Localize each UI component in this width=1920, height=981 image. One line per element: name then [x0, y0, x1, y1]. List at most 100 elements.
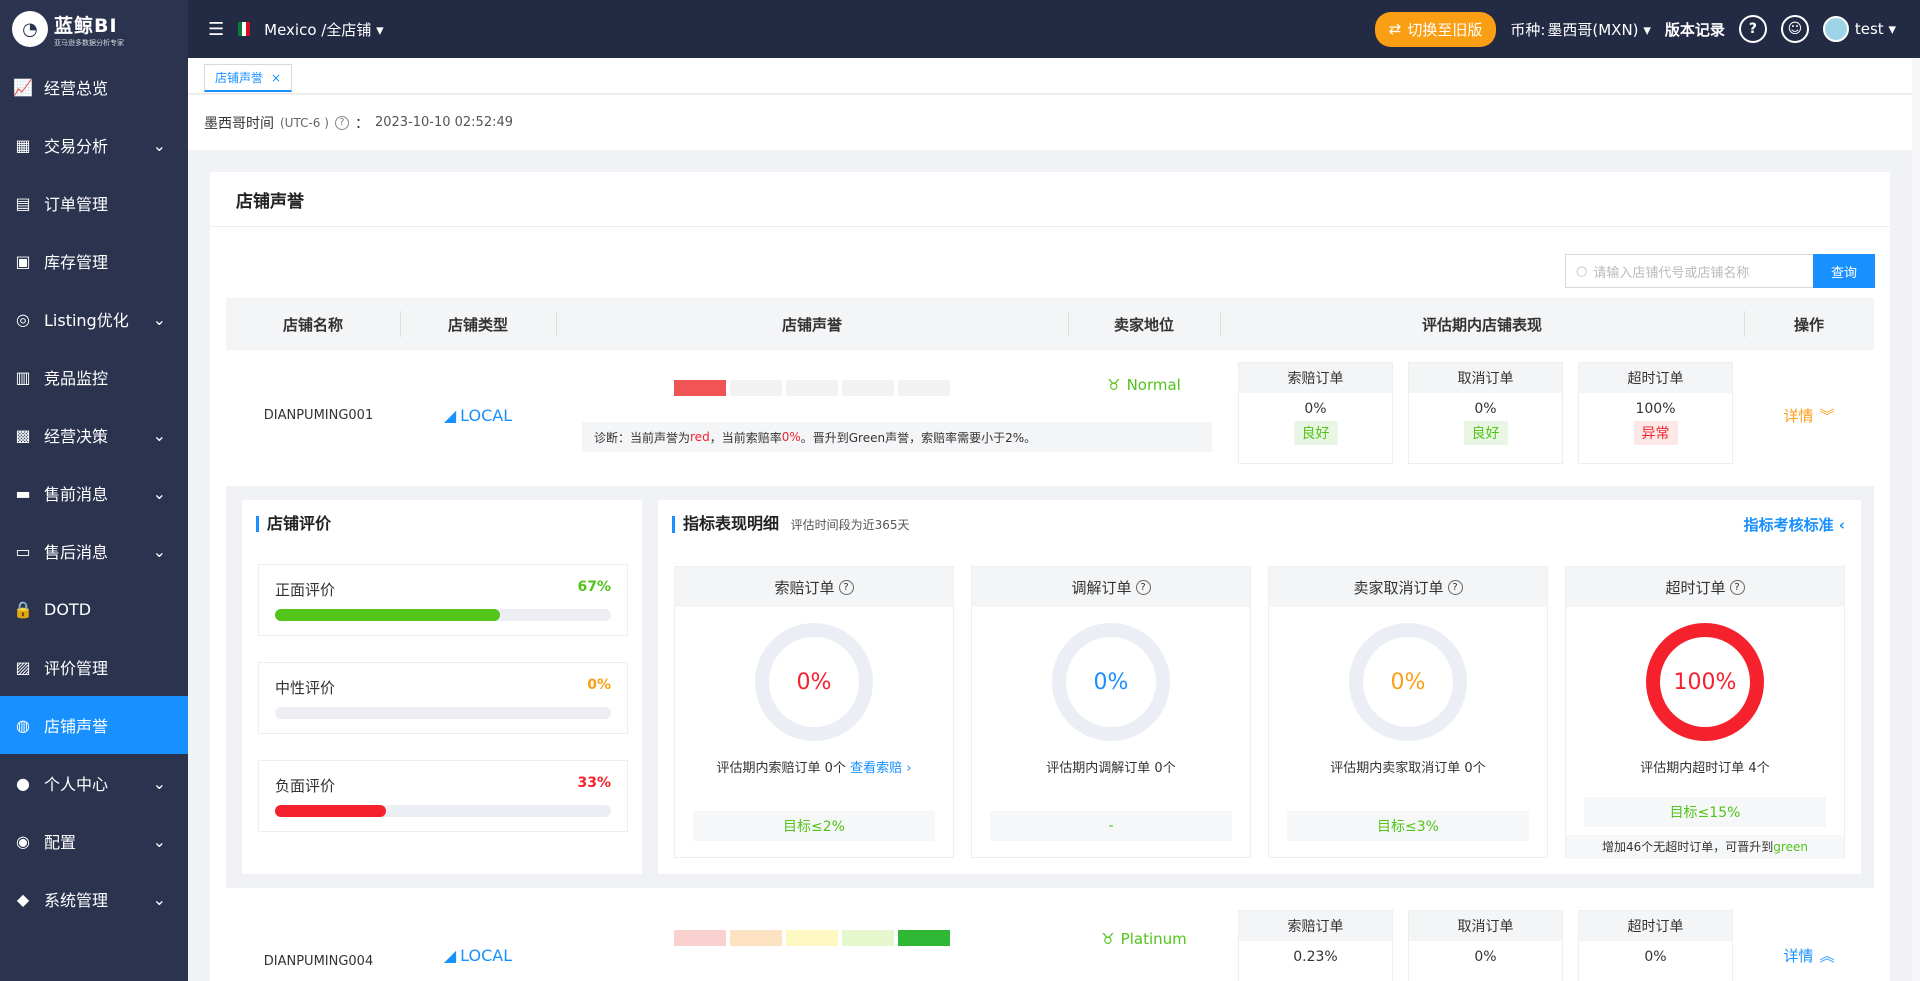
medal-icon: ♉: [1101, 930, 1115, 948]
sidebar-item-4[interactable]: ◎ Listing优化 ⌄: [0, 290, 188, 348]
detail-toggle-button[interactable]: 详情 ︽: [1744, 940, 1874, 970]
scrollbar[interactable]: [1912, 58, 1920, 981]
sidebar-item-3[interactable]: ▣ 库存管理: [0, 232, 188, 290]
review-percent: 0%: [587, 677, 611, 693]
metric-target: 目标≤15%: [1584, 797, 1826, 827]
collapse-menu-icon[interactable]: ☰: [208, 19, 224, 40]
user-icon: ●: [16, 773, 30, 793]
status-badge: 异常: [1633, 421, 1678, 445]
sidebar-item-label: 库存管理: [44, 253, 109, 272]
table-row: DIANPUMING004 ◢ LOCAL ♉ Platinum 索赔订单 0.23%…: [226, 900, 1874, 981]
reputation-segment: [842, 380, 894, 396]
sidebar-item-5[interactable]: ▥ 竞品监控: [0, 348, 188, 406]
help-icon[interactable]: ?: [1729, 579, 1745, 595]
chatbot-icon[interactable]: ☺: [1780, 15, 1809, 43]
metric-value: 0%: [796, 669, 832, 695]
reputation-icon: ◍: [16, 715, 30, 735]
sidebar-item-13[interactable]: ◉ 配置 ⌄: [0, 812, 188, 870]
search-input[interactable]: ○ 请输入店铺代号或店铺名称: [1565, 254, 1815, 288]
performance-box: 索赔订单 0.23%: [1238, 910, 1393, 981]
warehouse-icon: ▣: [15, 251, 31, 271]
detail-toggle-button[interactable]: 详情 ︾: [1744, 390, 1874, 440]
sidebar-item-label: 交易分析: [44, 137, 109, 156]
sidebar-item-14[interactable]: ◆ 系统管理 ⌄: [0, 870, 188, 928]
view-claims-link[interactable]: 查看索赔 ›: [850, 761, 911, 776]
review-label: 中性评价: [275, 679, 336, 697]
sidebar-item-label: 售前消息: [44, 485, 109, 504]
top-bar: ☰ Mexico /全店铺 ▾ ⇄ 切换至旧版 币种: 墨西哥(MXN) ▾ 版…: [188, 0, 1920, 58]
performance-value: 0%: [1474, 949, 1497, 965]
metric-card: 调解订单? 0% 评估期内调解订单 0个 -: [971, 566, 1251, 858]
help-icon[interactable]: ?: [1738, 15, 1767, 43]
help-icon[interactable]: ?: [1447, 579, 1463, 595]
performance-label: 取消订单: [1409, 363, 1562, 393]
header-store-type: 店铺类型: [447, 315, 508, 334]
image-chart-icon: ▦: [15, 135, 31, 155]
medal-icon: ♉: [1107, 376, 1121, 394]
sidebar-item-10[interactable]: ▨ 评价管理: [0, 638, 188, 696]
sidebar-item-12[interactable]: ● 个人中心 ⌄: [0, 754, 188, 812]
review-progress-track: [275, 707, 611, 719]
sidebar-item-8[interactable]: ▭ 售后消息 ⌄: [0, 522, 188, 580]
tag-icon: ◢: [443, 945, 457, 965]
review-item: 负面评价 33%: [258, 760, 628, 832]
target-icon: ◎: [16, 309, 30, 329]
review-icon: ▨: [15, 657, 31, 677]
tab-bar: 店铺声誉 ×: [188, 58, 1920, 94]
seller-status: ♉ Platinum: [1101, 930, 1187, 948]
user-menu[interactable]: test ▾: [1855, 20, 1896, 38]
sidebar-item-label: 店铺声誉: [44, 717, 109, 736]
header-performance: 评估期内店铺表现: [1421, 315, 1542, 334]
sidebar-item-11[interactable]: ◍ 店铺声誉: [0, 696, 188, 754]
sidebar-item-0[interactable]: 📈 经营总览: [0, 58, 188, 116]
tab-store-reputation[interactable]: 店铺声誉 ×: [204, 64, 293, 92]
table-row: DIANPUMING001 ◢ LOCAL 诊断：当前声誉为 red ，当前索赔率…: [226, 350, 1874, 480]
sidebar-item-label: DOTD: [44, 599, 92, 619]
chevron-down-icon: ⌄: [152, 484, 166, 503]
help-icon[interactable]: ?: [1135, 579, 1151, 595]
metric-ring: 0%: [1349, 623, 1467, 741]
decision-board-icon: ▩: [15, 425, 31, 445]
store-name: DIANPUMING004: [263, 953, 374, 969]
query-button[interactable]: 查询: [1813, 254, 1875, 288]
diagnosis-text: 诊断：当前声誉为 red ，当前索赔率 0% 。晋升到Green声誉，索赔率需要小…: [582, 422, 1212, 452]
question-icon[interactable]: ?: [334, 115, 349, 130]
performance-box: 超时订单 100% 异常: [1578, 362, 1733, 464]
chevron-down-icon: ⌄: [152, 774, 166, 793]
store-type: ◢ LOCAL: [443, 945, 513, 965]
switch-old-version-button[interactable]: ⇄ 切换至旧版: [1374, 11, 1497, 47]
chevron-down-icon: ⌄: [152, 136, 166, 155]
store-selector[interactable]: Mexico /全店铺 ▾: [264, 19, 384, 40]
search-icon: ○: [1576, 263, 1588, 279]
sidebar-item-2[interactable]: ▤ 订单管理: [0, 174, 188, 232]
app-logo[interactable]: ◔ 蓝鲸BI 亚马逊多数据分析专家: [0, 0, 188, 58]
sidebar-item-7[interactable]: ▬ 售前消息 ⌄: [0, 464, 188, 522]
seller-status: ♉ Normal: [1107, 376, 1181, 394]
metrics-standard-link[interactable]: 指标考核标准 ‹: [1744, 514, 1845, 535]
chevron-down-icon: ︾: [1819, 406, 1835, 425]
avatar[interactable]: [1822, 16, 1849, 42]
performance-value: 0%: [1474, 401, 1497, 417]
reputation-segment: [898, 380, 950, 396]
currency-selector[interactable]: 墨西哥(MXN) ▾: [1547, 19, 1650, 40]
reputation-segment: [786, 930, 838, 946]
order-doc-icon: ▤: [15, 193, 31, 213]
version-history-link[interactable]: 版本记录: [1665, 19, 1725, 40]
review-label: 正面评价: [275, 581, 336, 599]
review-label: 负面评价: [275, 777, 336, 795]
sidebar-item-1[interactable]: ▦ 交易分析 ⌄: [0, 116, 188, 174]
performance-label: 索赔订单: [1239, 911, 1392, 941]
performance-box: 超时订单 0%: [1578, 910, 1733, 981]
store-detail-panel: 店铺评价 正面评价 67% 中性评价 0% 负面评价 33% 指标表现明细 评估时间段为近…: [226, 486, 1874, 888]
help-icon[interactable]: ?: [838, 579, 854, 595]
sidebar-item-9[interactable]: 🔒 DOTD: [0, 580, 188, 638]
local-time-bar: 墨西哥时间 (UTC-6 ) ? ： 2023-10-10 02:52:49: [188, 95, 1920, 150]
performance-label: 取消订单: [1409, 911, 1562, 941]
close-tab-icon[interactable]: ×: [271, 71, 281, 85]
sidebar-item-label: 评价管理: [44, 659, 109, 678]
store-name: DIANPUMING001: [263, 407, 374, 423]
chevron-down-icon: ⌄: [152, 890, 166, 909]
sidebar-item-6[interactable]: ▩ 经营决策 ⌄: [0, 406, 188, 464]
review-progress-track: [275, 805, 611, 817]
metric-description: 评估期内卖家取消订单 0个: [1330, 761, 1486, 776]
